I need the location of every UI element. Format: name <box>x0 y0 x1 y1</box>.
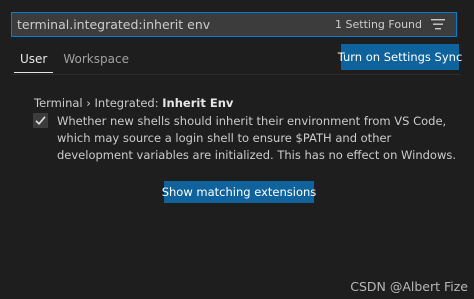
setting-title: Terminal › Integrated: Inherit Env <box>34 96 233 110</box>
result-count-badge: 1 Setting Found <box>335 18 422 31</box>
setting-name: Inherit Env <box>162 96 234 110</box>
settings-scope-tabs: User Workspace <box>14 46 135 73</box>
checkmark-icon <box>35 116 46 125</box>
tab-user[interactable]: User <box>14 46 54 73</box>
settings-search-box[interactable]: 1 Setting Found <box>11 12 457 37</box>
turn-on-settings-sync-button[interactable]: Turn on Settings Sync <box>338 44 462 70</box>
inherit-env-checkbox[interactable] <box>33 113 48 128</box>
tab-workspace[interactable]: Workspace <box>57 46 135 73</box>
tab-divider <box>11 74 461 75</box>
setting-description: Whether new shells should inherit their … <box>57 114 457 162</box>
clear-filter-icon[interactable] <box>430 18 446 32</box>
show-matching-extensions-button[interactable]: Show matching extensions <box>162 181 316 203</box>
setting-category: Terminal › Integrated: <box>34 96 163 110</box>
watermark: CSDN @Albert Fize <box>350 279 468 294</box>
settings-search-input[interactable] <box>12 13 336 36</box>
